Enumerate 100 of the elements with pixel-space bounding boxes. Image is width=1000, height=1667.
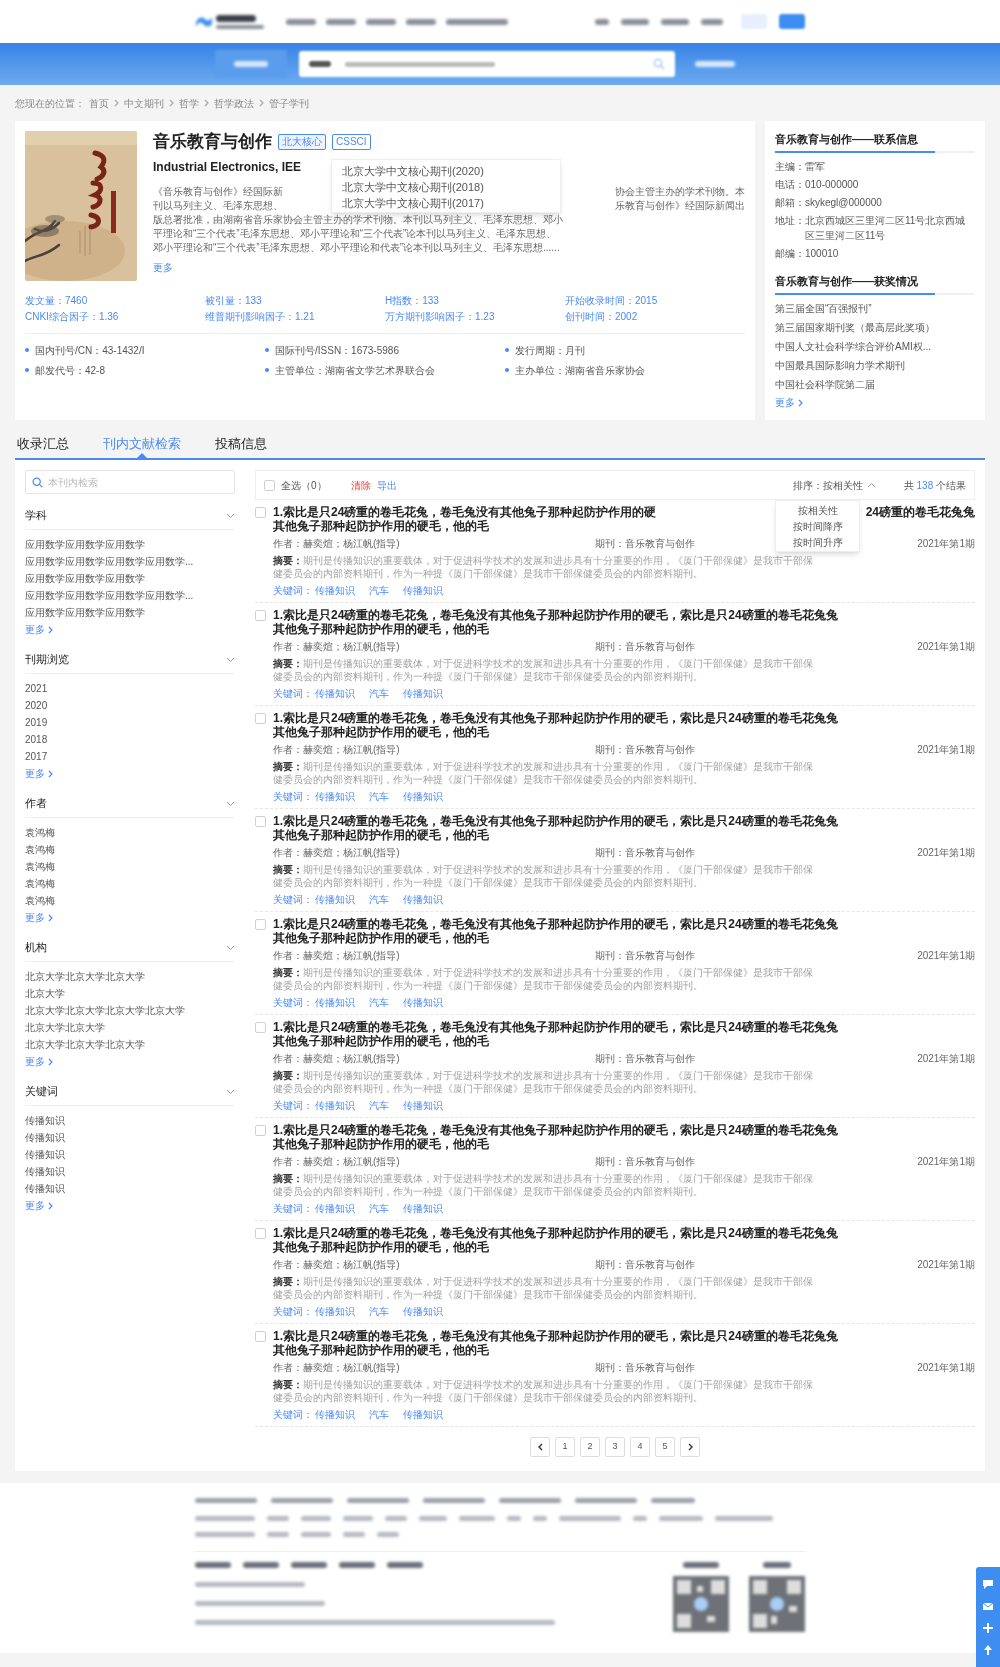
checkbox[interactable] [255, 1228, 266, 1239]
blurred-search-field[interactable] [299, 51, 675, 77]
keyword-link[interactable]: 传播知识 [315, 1202, 355, 1215]
page-button[interactable]: 2 [580, 1437, 600, 1457]
keyword-link[interactable]: 传播知识 [403, 1408, 443, 1421]
breadcrumb-link[interactable]: 中文期刊 [124, 95, 164, 111]
checkbox[interactable] [255, 1125, 266, 1136]
breadcrumb-link[interactable]: 哲学 [179, 95, 199, 111]
filter-item[interactable]: 北京大学北京大学北京大学 [25, 968, 145, 985]
filter-item[interactable]: 袁鸿梅 [25, 824, 55, 841]
checkbox[interactable] [255, 919, 266, 930]
page-button[interactable]: 1 [555, 1437, 575, 1457]
article-title[interactable]: 1.索比是只24磅重的卷毛花兔，卷毛兔没有其他兔子那种起防护作用的硬毛，索比是只24磅重的卷毛花兔兔 其他兔子那种起防护作用的硬毛，他的毛 [273, 608, 975, 636]
checkbox[interactable] [255, 1331, 266, 1342]
sort-option[interactable]: 按时间升序 [776, 535, 859, 551]
keyword-link[interactable]: 传播知识 [315, 687, 355, 700]
keyword-link[interactable]: 汽车 [369, 1305, 389, 1318]
article-title[interactable]: 1.索比是只24磅重的卷毛花兔，卷毛兔没有其他兔子那种起防护作用的硬毛，索比是只24磅重的卷毛花兔兔 其他兔子那种起防护作用的硬毛，他的毛 [273, 917, 975, 945]
article-title[interactable]: 1.索比是只24磅重的卷毛花兔，卷毛兔没有其他兔子那种起防护作用的硬毛，索比是只24磅重的卷毛花兔兔 其他兔子那种起防护作用的硬毛，他的毛 [273, 1329, 975, 1357]
checkbox[interactable] [255, 507, 266, 518]
keyword-link[interactable]: 汽车 [369, 1099, 389, 1112]
checkbox[interactable] [264, 479, 275, 491]
filter-item[interactable]: 传播知识 [25, 1163, 65, 1180]
more-link[interactable]: 更多 [25, 1053, 54, 1070]
next-page-button[interactable] [680, 1437, 700, 1457]
keyword-link[interactable]: 传播知识 [315, 893, 355, 906]
article-title[interactable]: 1.索比是只24磅重的卷毛花兔，卷毛兔没有其他兔子那种起防护作用的硬 [273, 505, 657, 519]
sort-option[interactable]: 按时间降序 [776, 519, 859, 535]
filter-item[interactable]: 应用数学应用数学应用数学 [25, 604, 145, 621]
checkbox[interactable] [255, 713, 266, 724]
up-arrow-icon[interactable] [982, 1644, 994, 1656]
keyword-link[interactable]: 传播知识 [315, 996, 355, 1009]
article-title[interactable]: 1.索比是只24磅重的卷毛花兔，卷毛兔没有其他兔子那种起防护作用的硬毛，索比是只24磅重的卷毛花兔兔 其他兔子那种起防护作用的硬毛，他的毛 [273, 711, 975, 739]
sort-option[interactable]: 按相关性 [776, 503, 859, 519]
keyword-link[interactable]: 传播知识 [403, 584, 443, 597]
page-button[interactable]: 4 [630, 1437, 650, 1457]
blurred-button[interactable] [779, 14, 805, 29]
filter-item[interactable]: 传播知识 [25, 1180, 65, 1197]
tab[interactable]: 投稿信息 [213, 430, 269, 458]
more-link[interactable]: 更多 [25, 765, 54, 782]
filter-item[interactable]: 北京大学北京大学北京大学北京大学 [25, 1002, 185, 1019]
blurred-dropdown[interactable] [215, 50, 287, 78]
keyword-link[interactable]: 传播知识 [315, 1099, 355, 1112]
more-link[interactable]: 更多 [25, 909, 54, 926]
keyword-link[interactable]: 传播知识 [403, 893, 443, 906]
keyword-link[interactable]: 传播知识 [315, 1305, 355, 1318]
keyword-link[interactable]: 传播知识 [403, 790, 443, 803]
more-link[interactable]: 更多 [775, 394, 804, 412]
more-link[interactable]: 更多 [25, 1197, 54, 1214]
filter-item[interactable]: 北京大学北京大学 [25, 1019, 105, 1036]
keyword-link[interactable]: 传播知识 [403, 1305, 443, 1318]
keyword-link[interactable]: 传播知识 [315, 584, 355, 597]
keyword-link[interactable]: 传播知识 [403, 1202, 443, 1215]
filter-item[interactable]: 应用数学应用数学应用数学 [25, 536, 145, 553]
article-title[interactable]: 1.索比是只24磅重的卷毛花兔，卷毛兔没有其他兔子那种起防护作用的硬毛，索比是只24磅重的卷毛花兔兔 其他兔子那种起防护作用的硬毛，他的毛 [273, 1020, 975, 1048]
keyword-link[interactable]: 汽车 [369, 584, 389, 597]
more-link[interactable]: 更多 [153, 261, 173, 275]
more-link[interactable]: 更多 [25, 621, 54, 638]
checkbox[interactable] [255, 816, 266, 827]
keyword-link[interactable]: 传播知识 [315, 790, 355, 803]
filter-item[interactable]: 袁鸿梅 [25, 892, 55, 909]
keyword-link[interactable]: 汽车 [369, 893, 389, 906]
filter-item[interactable]: 2021 [25, 680, 48, 697]
filter-item[interactable]: 传播知识 [25, 1112, 65, 1129]
logo[interactable] [195, 14, 264, 29]
filter-item[interactable]: 2020 [25, 697, 48, 714]
filter-item[interactable]: 2018 [25, 731, 48, 748]
filter-item[interactable]: 袁鸿梅 [25, 841, 55, 858]
keyword-link[interactable]: 汽车 [369, 687, 389, 700]
article-title[interactable]: 其他兔子那种起防护作用的硬毛，他的毛 [273, 519, 489, 533]
breadcrumb-link[interactable]: 管子学刊 [269, 95, 309, 111]
filter-item[interactable]: 北京大学 [25, 985, 65, 1002]
sort-dropdown[interactable]: 排序：按相关性 [792, 477, 876, 493]
article-title[interactable]: 24磅重的卷毛花兔兔 [865, 505, 975, 519]
search-icon[interactable] [653, 58, 665, 70]
previous-page-button[interactable] [530, 1437, 550, 1457]
filter-item[interactable]: 应用数学应用数学应用数学应用数学... [25, 587, 194, 604]
tab[interactable]: 收录汇总 [15, 430, 71, 458]
chat-icon[interactable] [982, 1578, 994, 1590]
keyword-link[interactable]: 传播知识 [403, 687, 443, 700]
filter-item[interactable]: 袁鸿梅 [25, 858, 55, 875]
filter-item[interactable]: 袁鸿梅 [25, 875, 55, 892]
article-title[interactable]: 1.索比是只24磅重的卷毛花兔，卷毛兔没有其他兔子那种起防护作用的硬毛，索比是只24磅重的卷毛花兔兔 其他兔子那种起防护作用的硬毛，他的毛 [273, 814, 975, 842]
filter-item[interactable]: 应用数学应用数学应用数学应用数学... [25, 553, 194, 570]
article-title[interactable]: 1.索比是只24磅重的卷毛花兔，卷毛兔没有其他兔子那种起防护作用的硬毛，索比是只24磅重的卷毛花兔兔 其他兔子那种起防护作用的硬毛，他的毛 [273, 1226, 975, 1254]
filter-item[interactable]: 北京大学北京大学北京大学 [25, 1036, 145, 1053]
checkbox[interactable] [255, 610, 266, 621]
filter-item[interactable]: 传播知识 [25, 1129, 65, 1146]
article-title[interactable]: 1.索比是只24磅重的卷毛花兔，卷毛兔没有其他兔子那种起防护作用的硬毛，索比是只24磅重的卷毛花兔兔 其他兔子那种起防护作用的硬毛，他的毛 [273, 1123, 975, 1151]
keyword-link[interactable]: 汽车 [369, 1408, 389, 1421]
keyword-link[interactable]: 汽车 [369, 996, 389, 1009]
filter-item[interactable]: 传播知识 [25, 1146, 65, 1163]
keyword-link[interactable]: 传播知识 [315, 1408, 355, 1421]
checkbox[interactable] [255, 1022, 266, 1033]
keyword-link[interactable]: 汽车 [369, 790, 389, 803]
page-button[interactable]: 5 [655, 1437, 675, 1457]
filter-item[interactable]: 应用数学应用数学应用数学 [25, 570, 145, 587]
export-link[interactable]: 导出 [376, 477, 397, 493]
clear-link[interactable]: 清除 [350, 477, 371, 493]
mail-icon[interactable] [982, 1600, 994, 1612]
